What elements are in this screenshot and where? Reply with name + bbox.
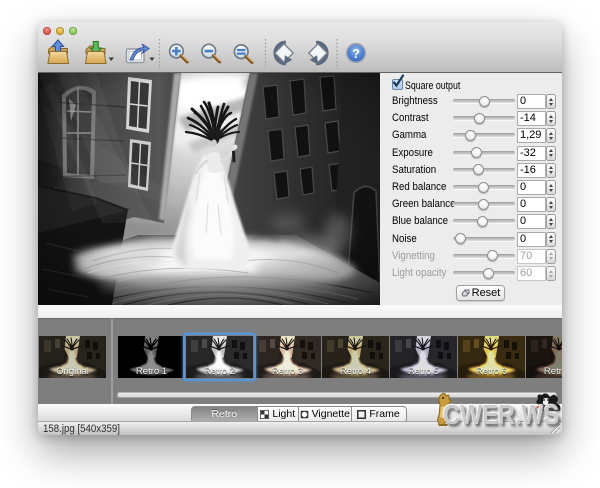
svg-text:?: ? — [352, 46, 360, 61]
